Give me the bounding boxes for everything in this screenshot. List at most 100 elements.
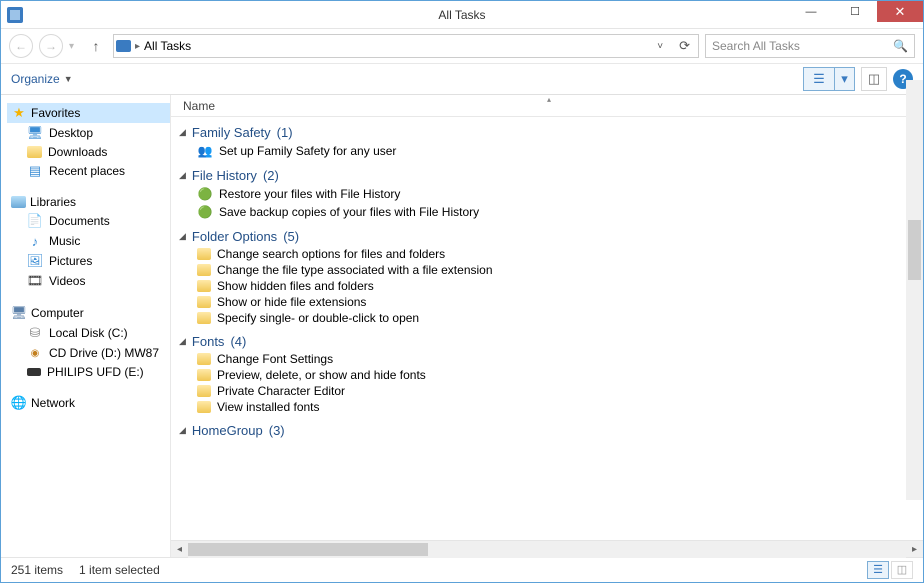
- sidebar-section-network[interactable]: 🌐Network: [7, 393, 170, 413]
- sidebar-item-recent-places[interactable]: ▤Recent places: [7, 161, 170, 181]
- sidebar-item-downloads[interactable]: Downloads: [7, 143, 170, 161]
- task-item[interactable]: Change search options for files and fold…: [179, 246, 923, 262]
- collapse-icon: ◢: [179, 170, 186, 181]
- scroll-track[interactable]: [188, 541, 906, 558]
- column-header-name[interactable]: Name ▴: [171, 95, 923, 117]
- icons-view-button[interactable]: ◫: [891, 561, 913, 579]
- group-header[interactable]: ◢Folder Options (5): [179, 227, 923, 246]
- group-header[interactable]: ◢Family Safety (1): [179, 123, 923, 142]
- hist-icon: 🟢: [197, 186, 213, 202]
- sidebar-item-documents[interactable]: 📄Documents: [7, 211, 170, 231]
- group-name: Family Safety: [192, 125, 271, 140]
- status-bar: 251 items 1 item selected ☰ ◫: [1, 557, 923, 581]
- task-label: View installed fonts: [217, 400, 320, 414]
- task-icon: [197, 401, 211, 413]
- task-item[interactable]: Specify single- or double-click to open: [179, 310, 923, 326]
- search-placeholder: Search All Tasks: [712, 39, 800, 53]
- task-label: Specify single- or double-click to open: [217, 311, 419, 325]
- videos-icon: 🎞: [27, 273, 43, 289]
- sidebar-item-pictures[interactable]: 🖼Pictures: [7, 251, 170, 271]
- up-button[interactable]: ↑: [85, 35, 107, 57]
- view-mode-dropdown[interactable]: ▾: [835, 67, 855, 91]
- task-item[interactable]: 🟢 Save backup copies of your files with F…: [179, 203, 923, 221]
- refresh-button[interactable]: ⟳: [673, 38, 696, 54]
- content-pane: Name ▴ ◢Family Safety (1)👥Set up Family …: [171, 95, 923, 557]
- sidebar-section-computer[interactable]: 🖥Computer: [7, 303, 170, 323]
- task-item[interactable]: Show hidden files and folders: [179, 278, 923, 294]
- breadcrumb-item[interactable]: All Tasks: [144, 39, 191, 53]
- task-icon: [197, 312, 211, 324]
- group-name: File History: [192, 168, 257, 183]
- scroll-left-button[interactable]: ◂: [171, 541, 188, 558]
- close-button[interactable]: ✕: [877, 1, 923, 22]
- task-item[interactable]: Preview, delete, or show and hide fonts: [179, 367, 923, 383]
- network-icon: 🌐: [11, 395, 27, 411]
- horizontal-scrollbar[interactable]: ◂ ▸: [171, 540, 923, 557]
- sidebar-item-videos[interactable]: 🎞Videos: [7, 271, 170, 291]
- main-area: ★ Favorites 🖥Desktop Downloads ▤Recent p…: [1, 95, 923, 557]
- address-bar[interactable]: ▸ All Tasks ˅ ⟳: [113, 34, 699, 58]
- maximize-button[interactable]: ☐: [833, 1, 877, 22]
- app-icon: [7, 7, 23, 23]
- navigation-bar: ← → ▾ ↑ ▸ All Tasks ˅ ⟳ Search All Tasks…: [1, 29, 923, 63]
- search-input[interactable]: Search All Tasks 🔍: [705, 34, 915, 58]
- sidebar-item-music[interactable]: ♪Music: [7, 231, 170, 251]
- task-icon: [197, 296, 211, 308]
- collapse-icon: ◢: [179, 336, 186, 347]
- minimize-button[interactable]: ―: [789, 1, 833, 22]
- sidebar-item-local-disk[interactable]: ⛁Local Disk (C:): [7, 323, 170, 343]
- sidebar-item-usb[interactable]: PHILIPS UFD (E:): [7, 363, 170, 381]
- task-label: Private Character Editor: [217, 384, 345, 398]
- task-label: Change Font Settings: [217, 352, 333, 366]
- scroll-right-button[interactable]: ▸: [906, 541, 923, 558]
- task-item[interactable]: Private Character Editor: [179, 383, 923, 399]
- forward-button[interactable]: →: [39, 34, 63, 58]
- task-item[interactable]: 🟢 Restore your files with File History: [179, 185, 923, 203]
- sidebar-item-desktop[interactable]: 🖥Desktop: [7, 123, 170, 143]
- sidebar-section-libraries[interactable]: Libraries: [7, 193, 170, 211]
- collapse-icon: ◢: [179, 425, 186, 436]
- breadcrumb-separator-icon: ▸: [135, 41, 140, 52]
- group-header[interactable]: ◢File History (2): [179, 166, 923, 185]
- group-header[interactable]: ◢Fonts (4): [179, 332, 923, 351]
- document-icon: 📄: [27, 213, 43, 229]
- details-view-button[interactable]: ☰: [867, 561, 889, 579]
- view-mode-button[interactable]: ☰: [803, 67, 835, 91]
- address-dropdown-icon[interactable]: ˅: [651, 41, 669, 52]
- search-icon: 🔍: [893, 39, 908, 53]
- hist-icon: 🟢: [197, 204, 213, 220]
- computer-icon: 🖥: [11, 305, 27, 321]
- collapse-icon: ◢: [179, 231, 186, 242]
- task-item[interactable]: View installed fonts: [179, 399, 923, 415]
- scroll-thumb[interactable]: [188, 543, 428, 556]
- task-item[interactable]: Change the file type associated with a f…: [179, 262, 923, 278]
- disk-icon: ⛁: [27, 325, 43, 341]
- group-count: (5): [283, 229, 299, 244]
- group-header[interactable]: ◢HomeGroup (3): [179, 421, 923, 440]
- scroll-thumb[interactable]: [908, 220, 921, 280]
- task-icon: [197, 353, 211, 365]
- vertical-scrollbar[interactable]: [906, 80, 923, 500]
- task-label: Show hidden files and folders: [217, 279, 374, 293]
- task-label: Show or hide file extensions: [217, 295, 366, 309]
- task-label: Save backup copies of your files with Fi…: [219, 205, 479, 219]
- task-icon: [197, 385, 211, 397]
- recent-locations-button[interactable]: ▾: [69, 41, 79, 52]
- task-item[interactable]: Show or hide file extensions: [179, 294, 923, 310]
- task-label: Change the file type associated with a f…: [217, 263, 493, 277]
- sidebar-item-cd-drive[interactable]: ◉CD Drive (D:) MW87: [7, 343, 170, 363]
- task-item[interactable]: 👥Set up Family Safety for any user: [179, 142, 923, 160]
- organize-button[interactable]: Organize ▼: [11, 72, 73, 86]
- back-button[interactable]: ←: [9, 34, 33, 58]
- sidebar-section-favorites[interactable]: ★ Favorites: [7, 103, 170, 123]
- task-icon: [197, 369, 211, 381]
- sidebar-label: Favorites: [31, 106, 80, 120]
- preview-pane-button[interactable]: ◫: [861, 67, 887, 91]
- libraries-icon: [11, 196, 26, 208]
- group-count: (3): [269, 423, 285, 438]
- task-label: Restore your files with File History: [219, 187, 400, 201]
- location-icon: [116, 40, 131, 52]
- window-controls: ― ☐ ✕: [789, 1, 923, 28]
- task-item[interactable]: Change Font Settings: [179, 351, 923, 367]
- group-name: Fonts: [192, 334, 225, 349]
